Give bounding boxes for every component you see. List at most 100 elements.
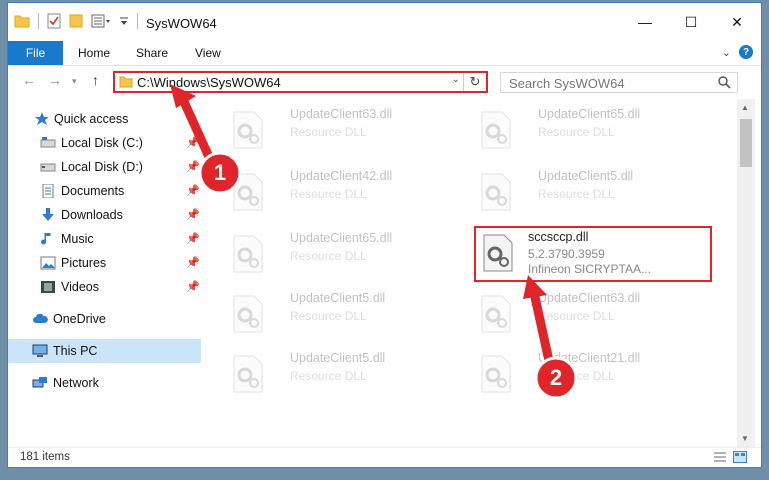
details-view-icon[interactable] — [713, 451, 727, 463]
sidebar-item-network[interactable]: Network — [8, 371, 201, 395]
file-item[interactable]: UpdateClient42.dll Resource DLL — [228, 165, 448, 217]
pin-icon[interactable]: 📌 — [186, 160, 200, 173]
sidebar-item-this-pc[interactable]: This PC — [8, 339, 201, 363]
dll-file-icon — [481, 355, 511, 393]
file-name: sccsccp.dll — [528, 230, 589, 244]
navigation-bar: ← → ▾ ↑ C:\Windows\SysWOW64 ⌄ ↻ Search S… — [8, 65, 761, 98]
item-count: 181 items — [20, 451, 70, 463]
pin-icon[interactable]: 📌 — [186, 232, 200, 245]
close-button[interactable]: ✕ — [714, 3, 760, 41]
folder-icon[interactable] — [14, 14, 30, 28]
file-item[interactable]: UpdateClient63.dll Resource DLL — [476, 287, 696, 339]
qat-dropdown-icon[interactable] — [119, 14, 129, 28]
navigation-pane: Quick access Local Disk (C:) 📌 Local Dis… — [8, 103, 201, 447]
pin-icon[interactable]: 📌 — [186, 280, 200, 293]
file-name: UpdateClient5.dll — [290, 351, 386, 365]
file-name: UpdateClient21.dll — [538, 351, 641, 365]
pin-icon[interactable]: 📌 — [186, 256, 200, 269]
recent-locations-icon[interactable]: ▾ — [72, 76, 77, 87]
sidebar-item-quick-access[interactable]: Quick access — [8, 107, 201, 131]
file-item[interactable]: UpdateClient5.dll Resource DLL — [476, 165, 696, 217]
file-name: UpdateClient5.dll — [538, 169, 634, 183]
scroll-down-icon[interactable]: ▼ — [741, 434, 749, 443]
file-item[interactable]: UpdateClient63.dll Resource DLL — [228, 103, 448, 155]
explorer-window: SysWOW64 — ☐ ✕ File Home Share View ⌄ ? … — [7, 2, 762, 468]
expand-ribbon-icon[interactable]: ⌄ — [722, 46, 731, 59]
forward-icon[interactable]: → — [48, 72, 62, 88]
address-path[interactable]: C:\Windows\SysWOW64 — [137, 75, 281, 90]
file-description: Resource DLL — [290, 309, 367, 323]
file-name: UpdateClient65.dll — [538, 107, 641, 121]
file-name: UpdateClient5.dll — [290, 291, 386, 305]
file-name: UpdateClient63.dll — [538, 291, 641, 305]
sidebar-item-downloads[interactable]: Downloads 📌 — [8, 203, 201, 227]
dll-file-icon — [233, 355, 263, 393]
pin-icon[interactable]: 📌 — [186, 184, 200, 197]
sidebar-item-onedrive[interactable]: OneDrive — [8, 307, 201, 331]
file-description: Resource DLL — [538, 125, 615, 139]
file-name: UpdateClient65.dll — [290, 231, 393, 245]
title-bar: SysWOW64 — ☐ ✕ — [8, 3, 761, 41]
file-item[interactable]: UpdateClient21.dll Resource DLL — [476, 347, 696, 399]
computer-icon — [32, 344, 48, 357]
maximize-button[interactable]: ☐ — [668, 3, 714, 41]
tab-file[interactable]: File — [8, 41, 63, 65]
back-icon[interactable]: ← — [22, 72, 36, 88]
search-input[interactable]: Search SysWOW64 — [509, 76, 625, 91]
dll-file-icon — [481, 111, 511, 149]
vertical-scrollbar[interactable]: ▲ ▼ — [737, 99, 755, 447]
file-name: UpdateClient42.dll — [290, 169, 393, 183]
drive-icon — [40, 137, 56, 148]
sidebar-item-music[interactable]: Music 📌 — [8, 227, 201, 251]
file-item[interactable]: UpdateClient65.dll Resource DLL — [476, 103, 696, 155]
quick-access-toolbar — [14, 13, 138, 29]
dll-file-icon — [481, 295, 511, 333]
dll-file-icon — [233, 235, 263, 273]
file-item[interactable]: UpdateClient5.dll Resource DLL — [228, 347, 448, 399]
help-icon[interactable]: ? — [739, 45, 753, 59]
sidebar-item-pictures[interactable]: Pictures 📌 — [8, 251, 201, 275]
pin-icon[interactable]: 📌 — [186, 208, 200, 221]
file-company: Infineon SICRYPTAA... — [528, 262, 651, 276]
file-item[interactable]: UpdateClient5.dll Resource DLL — [228, 287, 448, 339]
scroll-up-icon[interactable]: ▲ — [741, 103, 749, 112]
file-item[interactable]: UpdateClient65.dll Resource DLL — [228, 227, 448, 279]
tab-share[interactable]: Share — [136, 41, 168, 65]
toolbar-divider — [137, 13, 138, 29]
file-description: Resource DLL — [290, 249, 367, 263]
sidebar-item-documents[interactable]: Documents 📌 — [8, 179, 201, 203]
highlighted-file-frame: sccsccp.dll 5.2.3790.3959 Infineon SICRY… — [474, 226, 712, 282]
sidebar-item-videos[interactable]: Videos 📌 — [8, 275, 201, 299]
scrollbar-thumb[interactable] — [740, 119, 752, 167]
pictures-icon — [40, 256, 56, 270]
tiles-view-icon[interactable] — [733, 451, 747, 463]
file-item-sccsccp[interactable]: sccsccp.dll 5.2.3790.3959 Infineon SICRY… — [480, 228, 700, 280]
tab-home[interactable]: Home — [78, 41, 110, 65]
file-version: 5.2.3790.3959 — [528, 247, 605, 261]
minimize-button[interactable]: — — [622, 3, 668, 41]
sidebar-item-label: Videos — [61, 280, 99, 294]
sidebar-item-label: Music — [61, 232, 94, 246]
dll-file-icon — [233, 111, 263, 149]
new-folder-icon[interactable] — [69, 13, 83, 29]
sidebar-item-label: Network — [53, 376, 99, 390]
customize-icon[interactable] — [91, 14, 111, 28]
tab-view[interactable]: View — [195, 41, 221, 65]
sidebar-item-label: Documents — [61, 184, 125, 198]
chevron-down-icon[interactable]: ⌄ — [452, 74, 460, 85]
dll-file-icon — [483, 234, 513, 272]
search-box[interactable]: Search SysWOW64 — [500, 72, 738, 93]
music-icon — [41, 233, 51, 245]
address-bar[interactable]: C:\Windows\SysWOW64 ⌄ ↻ — [113, 71, 488, 93]
downloads-icon — [42, 208, 54, 221]
sidebar-item-local-disk-c[interactable]: Local Disk (C:) 📌 — [8, 131, 201, 155]
videos-icon — [41, 281, 55, 293]
refresh-icon[interactable]: ↻ — [463, 73, 486, 91]
sidebar-item-local-disk-d[interactable]: Local Disk (D:) 📌 — [8, 155, 201, 179]
ribbon-tabs: File Home Share View ⌄ ? — [8, 41, 761, 65]
star-icon — [35, 112, 49, 125]
pin-icon[interactable]: 📌 — [186, 136, 200, 149]
properties-icon[interactable] — [47, 13, 61, 29]
search-icon[interactable] — [718, 76, 731, 89]
up-icon[interactable]: ↑ — [92, 72, 99, 88]
